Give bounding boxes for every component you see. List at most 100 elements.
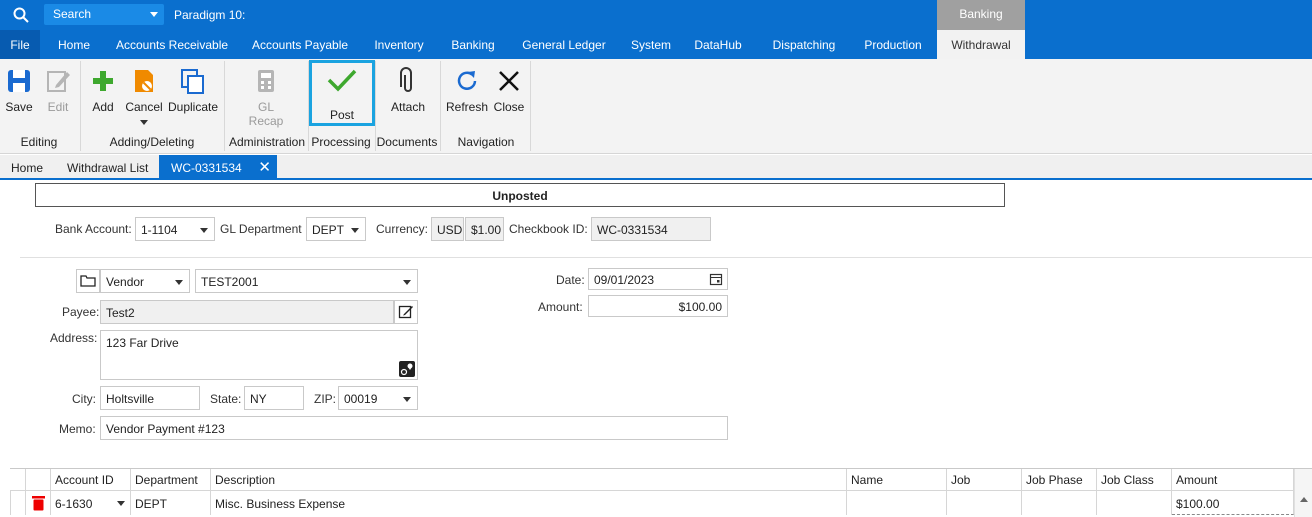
payee-field: Test2 (100, 300, 394, 324)
grid-header-job[interactable]: Job (947, 469, 1022, 491)
date-field[interactable]: 09/01/2023 (588, 268, 728, 290)
duplicate-label: Duplicate (167, 100, 219, 114)
browse-payee-button[interactable] (76, 269, 100, 293)
refresh-label: Refresh (446, 100, 489, 114)
row-selector[interactable] (10, 491, 26, 515)
grid-header-job-class[interactable]: Job Class (1097, 469, 1172, 491)
cancel-button[interactable]: Cancel (123, 59, 165, 131)
grid-scrollbar[interactable] (1294, 469, 1312, 517)
state-label: State: (210, 392, 242, 406)
save-icon (8, 70, 30, 92)
edit-button[interactable]: Edit (40, 59, 76, 129)
menu-system[interactable]: System (624, 30, 678, 59)
chevron-down-icon (351, 228, 359, 233)
cell-account-value: 6-1630 (55, 497, 93, 511)
menu-accounts-receivable[interactable]: Accounts Receivable (108, 30, 236, 59)
exchange-rate-field: $1.00 (465, 217, 504, 241)
address-field[interactable]: 123 Far Drive (100, 330, 418, 380)
checkbook-id-field: WC-0331534 (591, 217, 711, 241)
cancel-document-icon (135, 70, 153, 92)
bank-account-select[interactable]: 1-1104 (135, 217, 215, 241)
amount-field[interactable]: $100.00 (588, 295, 728, 317)
cell-amount[interactable]: $100.00 (1172, 491, 1294, 515)
gl-label: GL (257, 100, 274, 114)
amount-label: Amount: (538, 300, 583, 314)
calendar-icon[interactable] (709, 272, 723, 286)
grid-header-name[interactable]: Name (847, 469, 947, 491)
save-button[interactable]: Save (2, 59, 36, 129)
gl-department-label: GL Department (220, 222, 302, 236)
city-field[interactable]: Holtsville (100, 386, 200, 410)
attach-button[interactable]: Attach (386, 59, 430, 129)
cancel-label: Cancel (125, 100, 163, 114)
cell-name[interactable] (847, 491, 947, 515)
group-administration: Administration (228, 135, 306, 149)
chevron-down-icon (200, 228, 208, 233)
menu-datahub[interactable]: DataHub (686, 30, 750, 59)
bank-account-label: Bank Account: (55, 222, 132, 236)
ribbon: Save Edit Editing Add Cancel Duplicate A… (0, 59, 1312, 154)
divider (20, 257, 1312, 258)
search-placeholder: Search (53, 7, 92, 21)
cell-job-phase[interactable] (1022, 491, 1097, 515)
gl-department-value: DEPT (312, 223, 345, 237)
group-separator (440, 61, 441, 151)
search-input[interactable]: Search (44, 4, 164, 25)
menu-accounts-payable[interactable]: Accounts Payable (244, 30, 356, 59)
cell-job[interactable] (947, 491, 1022, 515)
delete-row-button[interactable] (26, 491, 51, 515)
recap-label: Recap (248, 114, 284, 128)
add-button[interactable]: Add (86, 59, 120, 129)
menu-inventory[interactable]: Inventory (364, 30, 434, 59)
cell-account[interactable]: 6-1630 (51, 491, 131, 515)
bank-account-value: 1-1104 (141, 223, 178, 237)
tab-current-document[interactable]: WC-0331534 ✕ (159, 155, 277, 180)
memo-field[interactable]: Vendor Payment #123 (100, 416, 728, 440)
close-tab-icon[interactable]: ✕ (258, 158, 271, 176)
scroll-up-icon[interactable] (1300, 497, 1308, 502)
group-documents: Documents (376, 135, 438, 149)
menu-home[interactable]: Home (48, 30, 100, 59)
grid-header-job-phase[interactable]: Job Phase (1022, 469, 1097, 491)
chevron-down-icon (403, 397, 411, 402)
payee-type-select[interactable]: Vendor (100, 269, 190, 293)
cell-job-class[interactable] (1097, 491, 1172, 515)
menu-withdrawal[interactable]: Withdrawal (937, 30, 1025, 59)
gl-recap-button[interactable]: GL Recap (244, 59, 288, 129)
refresh-button[interactable]: Refresh (446, 59, 488, 129)
tab-home[interactable]: Home (11, 155, 43, 180)
menu-file[interactable]: File (0, 30, 40, 59)
menu-banking[interactable]: Banking (442, 30, 504, 59)
group-navigation: Navigation (457, 135, 515, 149)
menu-dispatching[interactable]: Dispatching (762, 30, 846, 59)
group-separator (224, 61, 225, 151)
edit-icon (47, 71, 70, 92)
gl-department-select[interactable]: DEPT (306, 217, 366, 241)
close-button[interactable]: Close (490, 59, 528, 129)
cell-department[interactable]: DEPT (131, 491, 211, 515)
post-button[interactable]: Post (312, 59, 372, 122)
search-icon[interactable] (12, 6, 30, 24)
chevron-down-icon (140, 120, 148, 125)
grid-header-department[interactable]: Department (131, 469, 211, 491)
grid-header-description[interactable]: Description (211, 469, 847, 491)
chevron-down-icon (403, 280, 411, 285)
zip-value: 00019 (344, 392, 378, 406)
vendor-id-select[interactable]: TEST2001 (195, 269, 418, 293)
edit-label: Edit (47, 100, 69, 114)
edit-payee-button[interactable] (394, 300, 418, 324)
grid-header-amount[interactable]: Amount (1172, 469, 1294, 491)
refresh-icon (457, 71, 477, 90)
grid-header-account[interactable]: Account ID (51, 469, 131, 491)
map-pin-icon[interactable] (399, 361, 415, 377)
cell-description[interactable]: Misc. Business Expense (211, 491, 847, 515)
zip-select[interactable]: 00019 (338, 386, 418, 410)
tab-withdrawal-list[interactable]: Withdrawal List (67, 155, 148, 180)
state-field[interactable]: NY (244, 386, 304, 410)
group-processing: Processing (311, 135, 371, 149)
menu-production[interactable]: Production (854, 30, 932, 59)
menu-general-ledger[interactable]: General Ledger (512, 30, 616, 59)
date-label: Date: (556, 273, 585, 287)
duplicate-button[interactable]: Duplicate (167, 59, 219, 129)
close-label: Close (493, 100, 525, 114)
